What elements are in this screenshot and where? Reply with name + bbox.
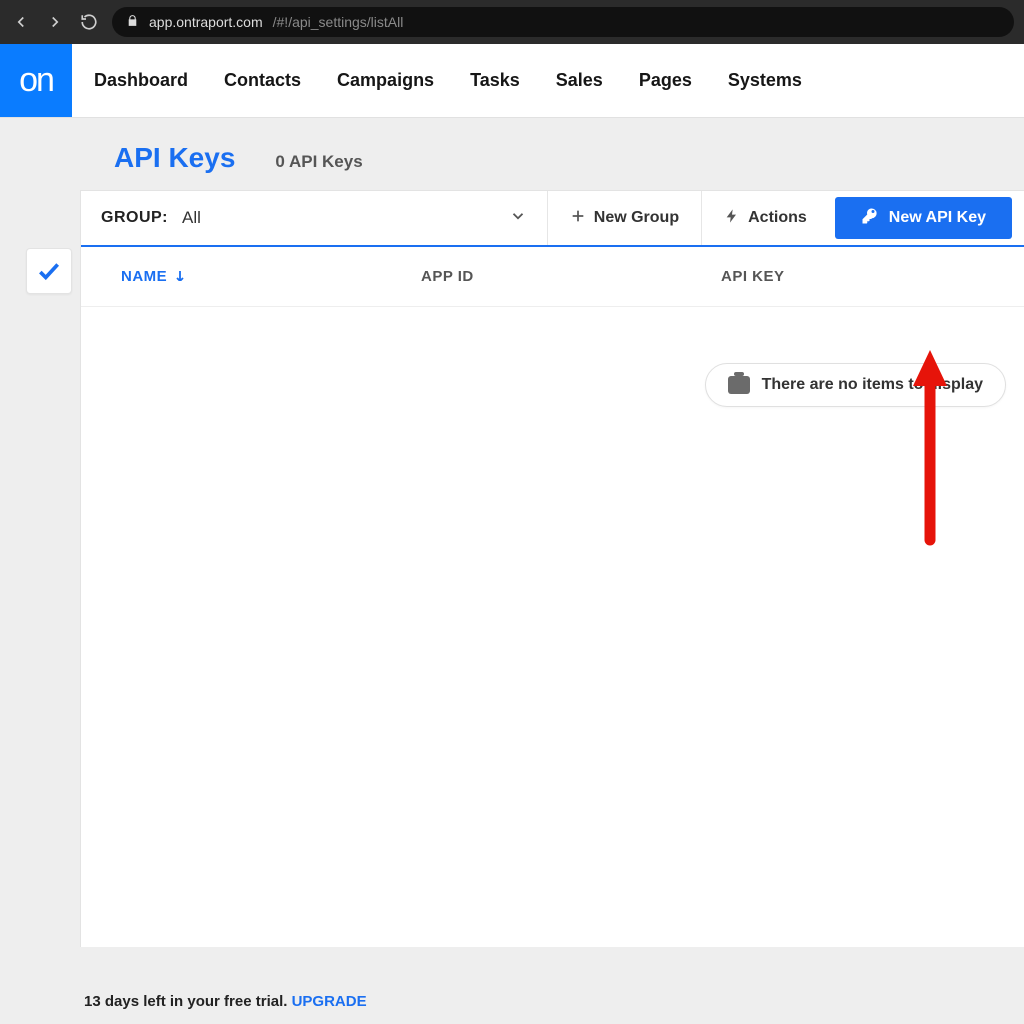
- plus-icon: [570, 208, 586, 229]
- list-container: GROUP: All New Group Actions: [80, 190, 1024, 947]
- group-value: All: [182, 208, 201, 228]
- item-count: 0 API Keys: [275, 152, 362, 172]
- check-icon: [36, 258, 62, 284]
- group-label: GROUP:: [101, 209, 168, 227]
- lock-icon: [126, 14, 139, 30]
- logo[interactable]: on: [0, 44, 72, 117]
- empty-icon: [728, 376, 750, 394]
- url-path: /#!/api_settings/listAll: [273, 14, 404, 30]
- trial-text: 13 days left in your free trial.: [84, 993, 292, 1010]
- column-app-id[interactable]: APP ID: [421, 268, 721, 285]
- nav-sales[interactable]: Sales: [556, 70, 603, 91]
- nav-pages[interactable]: Pages: [639, 70, 692, 91]
- new-api-key-label: New API Key: [889, 209, 986, 227]
- sort-asc-icon: [175, 269, 185, 284]
- actions-button[interactable]: Actions: [701, 191, 829, 245]
- actions-label: Actions: [748, 209, 807, 227]
- nav-dashboard[interactable]: Dashboard: [94, 70, 188, 91]
- browser-forward-button[interactable]: [44, 11, 66, 33]
- address-bar[interactable]: app.ontraport.com /#!/api_settings/listAl…: [112, 7, 1014, 37]
- group-selector[interactable]: GROUP: All: [81, 191, 547, 245]
- key-icon: [861, 207, 879, 230]
- nav-contacts[interactable]: Contacts: [224, 70, 301, 91]
- new-group-label: New Group: [594, 209, 679, 227]
- main-menu: Dashboard Contacts Campaigns Tasks Sales…: [72, 44, 802, 117]
- browser-back-button[interactable]: [10, 11, 32, 33]
- nav-campaigns[interactable]: Campaigns: [337, 70, 434, 91]
- bolt-icon: [724, 208, 740, 229]
- upgrade-link[interactable]: UPGRADE: [292, 993, 367, 1010]
- page-title: API Keys: [114, 142, 235, 174]
- arrow-left-icon: [12, 13, 30, 31]
- trial-footer: 13 days left in your free trial. UPGRADE: [84, 993, 367, 1010]
- column-name-label: NAME: [121, 268, 167, 285]
- select-all-checkbox[interactable]: [26, 248, 72, 294]
- nav-systems[interactable]: Systems: [728, 70, 802, 91]
- column-headers: NAME APP ID API KEY: [81, 247, 1024, 307]
- page-header: API Keys 0 API Keys: [0, 142, 1024, 174]
- nav-tasks[interactable]: Tasks: [470, 70, 520, 91]
- reload-icon: [80, 13, 98, 31]
- column-name[interactable]: NAME: [121, 268, 421, 285]
- list-body: There are no items to display: [81, 307, 1024, 947]
- empty-text: There are no items to display: [762, 376, 983, 394]
- browser-reload-button[interactable]: [78, 11, 100, 33]
- new-api-key-button[interactable]: New API Key: [835, 197, 1012, 239]
- arrow-right-icon: [46, 13, 64, 31]
- column-api-key[interactable]: API KEY: [721, 268, 1004, 285]
- empty-state: There are no items to display: [705, 363, 1006, 407]
- list-toolbar: GROUP: All New Group Actions: [81, 191, 1024, 247]
- chevron-down-icon: [509, 207, 527, 230]
- top-nav: on Dashboard Contacts Campaigns Tasks Sa…: [0, 44, 1024, 118]
- url-host: app.ontraport.com: [149, 14, 263, 30]
- page: API Keys 0 API Keys GROUP: All New Group: [0, 118, 1024, 1024]
- new-group-button[interactable]: New Group: [547, 191, 701, 245]
- browser-chrome: app.ontraport.com /#!/api_settings/listAl…: [0, 0, 1024, 44]
